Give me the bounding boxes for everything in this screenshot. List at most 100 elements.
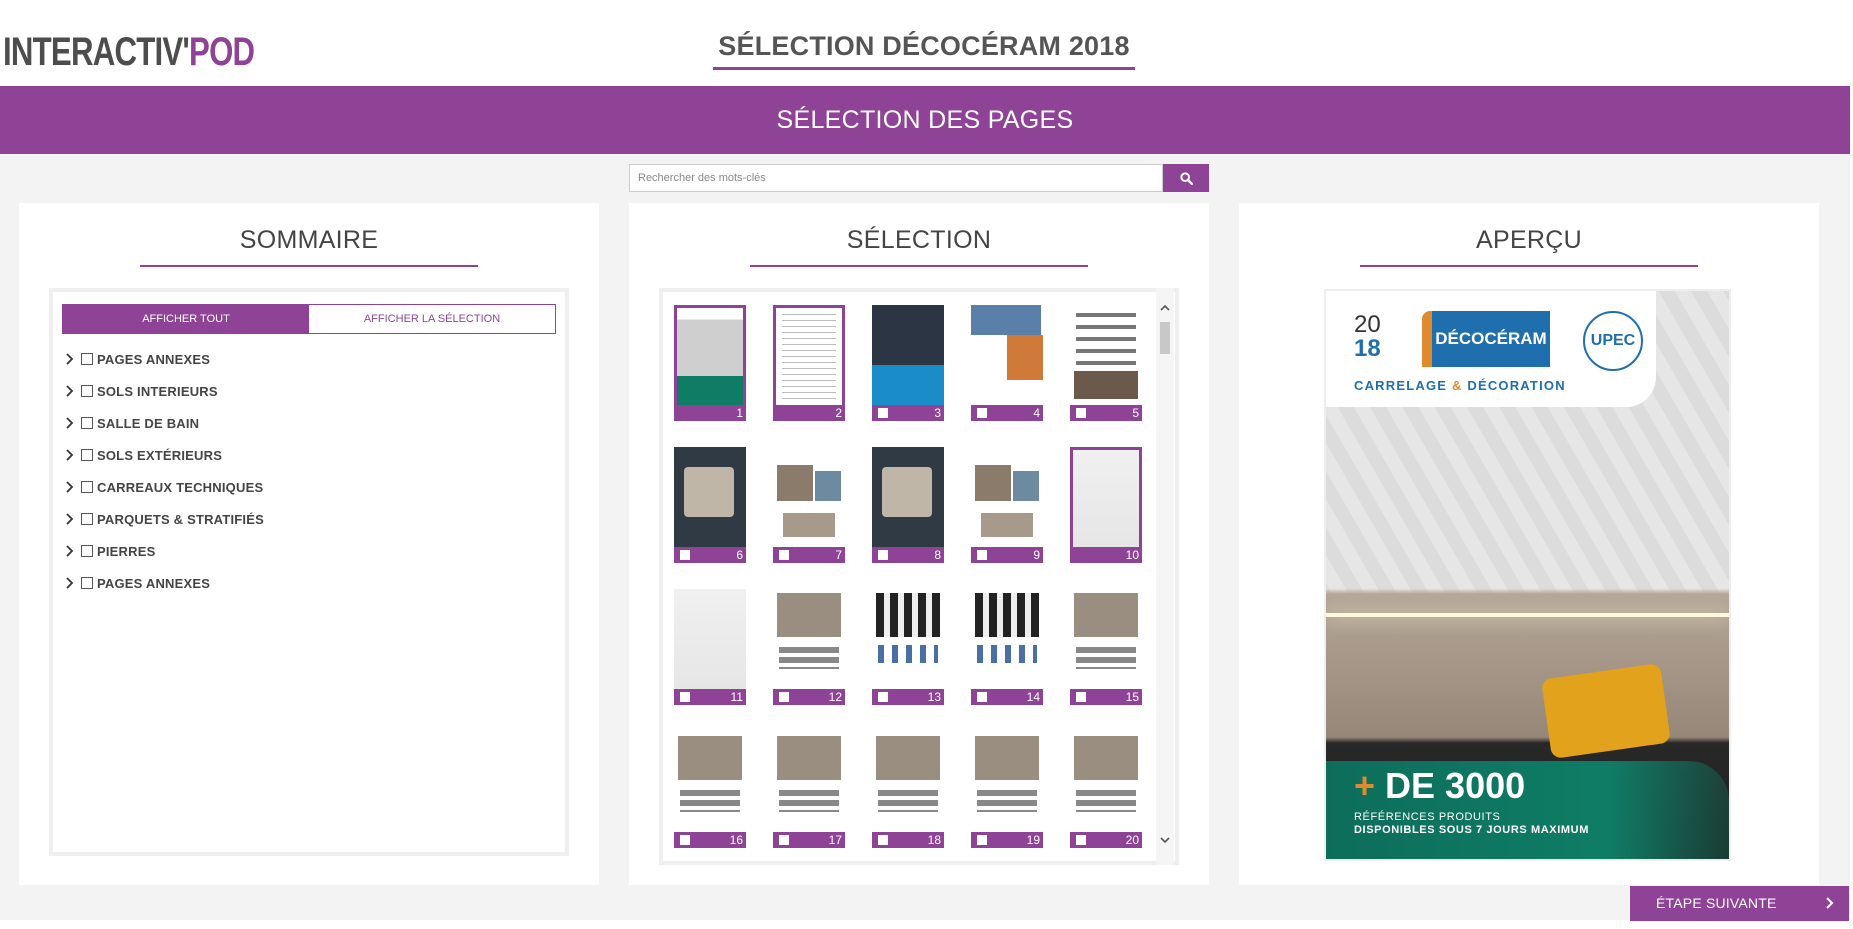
chevron-right-icon[interactable] xyxy=(63,479,75,495)
page-checkbox[interactable] xyxy=(680,550,690,560)
page-thumbnail[interactable]: 10 xyxy=(1070,447,1142,565)
page-thumbnail[interactable]: 1 xyxy=(674,305,746,423)
page-checkbox[interactable] xyxy=(878,835,888,845)
grid-scrollbar[interactable] xyxy=(1156,288,1174,865)
page-thumbnail-bar: 20 xyxy=(1070,832,1142,848)
page-thumbnail-bar: 16 xyxy=(674,832,746,848)
chevron-right-icon[interactable] xyxy=(63,543,75,559)
preview-sofa xyxy=(1541,663,1671,759)
page-thumbnail[interactable]: 20 xyxy=(1070,732,1142,850)
sommaire-item-checkbox[interactable] xyxy=(81,577,93,589)
page-thumbnail[interactable]: 7 xyxy=(773,447,845,565)
sommaire-item[interactable]: PARQUETS & STRATIFIÉS xyxy=(63,509,264,529)
page-thumbnail[interactable]: 15 xyxy=(1070,589,1142,707)
sommaire-item-checkbox[interactable] xyxy=(81,481,93,493)
page-checkbox[interactable] xyxy=(1076,692,1086,702)
page-thumbnail[interactable]: 3 xyxy=(872,305,944,423)
chevron-right-icon[interactable] xyxy=(63,383,75,399)
sommaire-item-checkbox[interactable] xyxy=(81,449,93,461)
preview-tagline-1: CARRELAGE xyxy=(1354,378,1452,393)
page-thumbnail-bar: 1 xyxy=(674,405,746,421)
sommaire-item[interactable]: PAGES ANNEXES xyxy=(63,573,210,593)
page-checkbox[interactable] xyxy=(878,550,888,560)
chevron-right-icon[interactable] xyxy=(63,511,75,527)
page-checkbox[interactable] xyxy=(779,692,789,702)
page-image[interactable] xyxy=(872,589,944,689)
chevron-right-icon[interactable] xyxy=(63,575,75,591)
page-image[interactable] xyxy=(971,447,1043,547)
sommaire-item[interactable]: CARREAUX TECHNIQUES xyxy=(63,477,263,497)
page-thumbnail[interactable]: 9 xyxy=(971,447,1043,565)
page-image[interactable] xyxy=(1070,447,1142,547)
sommaire-item-label: PAGES ANNEXES xyxy=(97,575,211,591)
scroll-down-icon[interactable] xyxy=(1159,834,1171,846)
page-image[interactable] xyxy=(674,447,746,547)
sommaire-item[interactable]: SOLS INTERIEURS xyxy=(63,381,218,401)
page-checkbox[interactable] xyxy=(977,835,987,845)
page-image[interactable] xyxy=(872,732,944,832)
page-checkbox[interactable] xyxy=(680,692,690,702)
page-thumbnail[interactable]: 12 xyxy=(773,589,845,707)
page-thumbnail[interactable]: 4 xyxy=(971,305,1043,423)
search-input[interactable] xyxy=(629,164,1163,192)
page-image[interactable] xyxy=(674,732,746,832)
chevron-right-icon[interactable] xyxy=(63,351,75,367)
sommaire-item-checkbox[interactable] xyxy=(81,417,93,429)
sommaire-item-checkbox[interactable] xyxy=(81,353,93,365)
page-image[interactable] xyxy=(773,732,845,832)
page-thumbnail-bar: 7 xyxy=(773,547,845,563)
search-button[interactable] xyxy=(1163,164,1209,192)
page-thumbnail[interactable]: 14 xyxy=(971,589,1043,707)
page-checkbox[interactable] xyxy=(878,692,888,702)
page-thumbnail[interactable]: 2 xyxy=(773,305,845,423)
page-thumbnail[interactable]: 5 xyxy=(1070,305,1142,423)
page-image[interactable] xyxy=(971,732,1043,832)
page-image[interactable] xyxy=(1070,732,1142,832)
page-image[interactable] xyxy=(674,589,746,689)
page-image[interactable] xyxy=(773,305,845,405)
page-thumbnail[interactable]: 11 xyxy=(674,589,746,707)
page-image[interactable] xyxy=(773,447,845,547)
page-thumbnail[interactable]: 13 xyxy=(872,589,944,707)
page-checkbox[interactable] xyxy=(977,550,987,560)
page-image[interactable] xyxy=(971,305,1043,405)
page-checkbox[interactable] xyxy=(977,692,987,702)
sommaire-item-checkbox[interactable] xyxy=(81,513,93,525)
page-checkbox[interactable] xyxy=(1076,835,1086,845)
page-thumbnail[interactable]: 19 xyxy=(971,732,1043,850)
page-thumbnail[interactable]: 18 xyxy=(872,732,944,850)
sommaire-item-checkbox[interactable] xyxy=(81,545,93,557)
scroll-up-icon[interactable] xyxy=(1159,302,1171,314)
page-image[interactable] xyxy=(1070,589,1142,689)
sommaire-item[interactable]: PAGES ANNEXES xyxy=(63,349,210,369)
page-checkbox[interactable] xyxy=(680,835,690,845)
page-image[interactable] xyxy=(872,305,944,405)
sommaire-item[interactable]: PIERRES xyxy=(63,541,155,561)
page-number: 14 xyxy=(1026,690,1040,704)
page-number: 20 xyxy=(1125,833,1139,847)
next-step-button[interactable]: ÉTAPE SUIVANTE xyxy=(1630,886,1849,921)
page-checkbox[interactable] xyxy=(779,550,789,560)
page-image[interactable] xyxy=(674,305,746,405)
page-thumbnail[interactable]: 6 xyxy=(674,447,746,565)
page-checkbox[interactable] xyxy=(977,408,987,418)
page-image[interactable] xyxy=(1070,305,1142,405)
chevron-right-icon[interactable] xyxy=(63,447,75,463)
page-checkbox[interactable] xyxy=(878,408,888,418)
tab-show-all[interactable]: AFFICHER TOUT xyxy=(63,305,309,333)
page-checkbox[interactable] xyxy=(1076,408,1086,418)
page-thumbnail[interactable]: 16 xyxy=(674,732,746,850)
page-thumbnail[interactable]: 8 xyxy=(872,447,944,565)
sommaire-item[interactable]: SOLS EXTÉRIEURS xyxy=(63,445,222,465)
page-thumbnail-bar: 15 xyxy=(1070,689,1142,705)
page-image[interactable] xyxy=(773,589,845,689)
page-checkbox[interactable] xyxy=(779,835,789,845)
page-thumbnail[interactable]: 17 xyxy=(773,732,845,850)
sommaire-item-checkbox[interactable] xyxy=(81,385,93,397)
chevron-right-icon[interactable] xyxy=(63,415,75,431)
scroll-thumb[interactable] xyxy=(1160,322,1170,354)
sommaire-item[interactable]: SALLE DE BAIN xyxy=(63,413,199,433)
page-image[interactable] xyxy=(872,447,944,547)
tab-show-selection[interactable]: AFFICHER LA SÉLECTION xyxy=(309,305,555,333)
page-image[interactable] xyxy=(971,589,1043,689)
